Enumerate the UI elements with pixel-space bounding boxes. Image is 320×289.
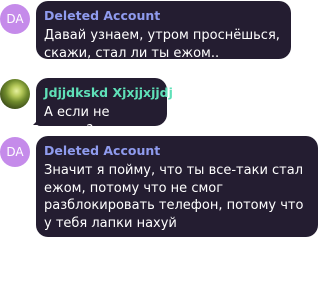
avatar[interactable]: DA bbox=[0, 4, 30, 34]
message-text: Давай узнаем, утром проснёшься, скажи, с… bbox=[44, 28, 280, 61]
message-bubble[interactable]: Deleted Account Давай узнаем, утром прос… bbox=[36, 1, 291, 61]
sender-name[interactable]: Deleted Account bbox=[44, 142, 308, 159]
user-photo-avatar-icon[interactable] bbox=[0, 79, 30, 109]
sender-name[interactable]: Deleted Account bbox=[44, 7, 281, 24]
sender-name[interactable]: Jdjjdkskd Xjxjjxjjdj bbox=[44, 84, 173, 101]
message-bubble[interactable]: Deleted Account Значит я пойму, что ты в… bbox=[36, 136, 318, 237]
avatar[interactable]: DA bbox=[0, 137, 30, 167]
message-text: Значит я пойму, что ты все-таки стал ежо… bbox=[44, 163, 304, 231]
chat-view: DA Deleted Account Давай узнаем, утром п… bbox=[0, 0, 320, 289]
message-bubble[interactable]: Jdjjdkskd Xjxjjxjjdj А если не скажу? bbox=[36, 78, 173, 138]
message-text: А если не скажу? bbox=[44, 105, 110, 138]
